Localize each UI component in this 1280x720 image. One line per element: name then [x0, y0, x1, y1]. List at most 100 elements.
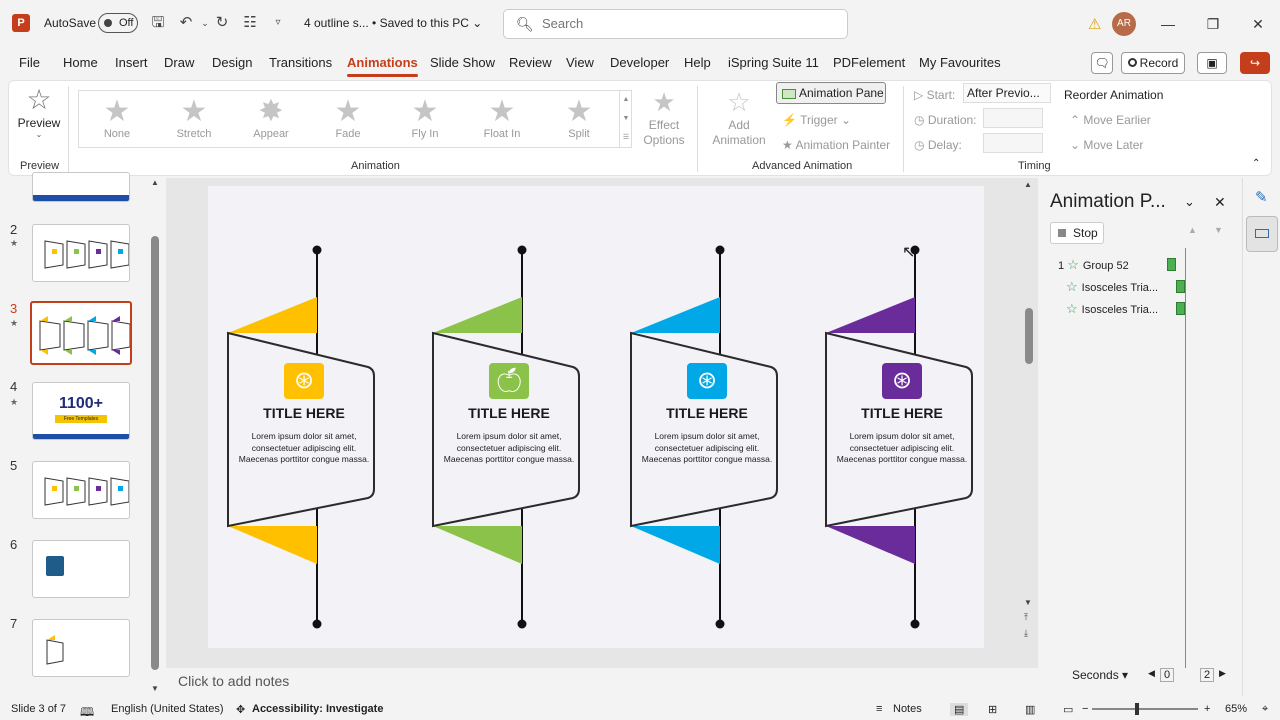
editor-scrollbar[interactable] — [1025, 308, 1033, 364]
slide-thumb-1[interactable] — [32, 172, 130, 202]
animation-item-3[interactable]: ☆ Isosceles Tria... — [1066, 301, 1158, 317]
anim-split[interactable]: ★ Split — [549, 96, 609, 141]
anim-fly-in[interactable]: ★ Fly In — [395, 96, 455, 141]
comments-button[interactable]: 🗨︎ — [1091, 52, 1113, 74]
move-down-icon[interactable]: ▼ — [1214, 225, 1223, 235]
anim-none[interactable]: ★ None — [87, 96, 147, 141]
save-icon[interactable]: 🖫 — [148, 13, 168, 33]
slide-thumb-7[interactable] — [32, 619, 130, 677]
tab-developer[interactable]: Developer — [610, 55, 669, 70]
tab-animations[interactable]: Animations — [347, 55, 418, 77]
avatar[interactable]: AR — [1112, 12, 1136, 36]
slide-thumb-3[interactable] — [30, 301, 132, 365]
move-earlier-button[interactable]: ⌃ Move Earlier — [1070, 113, 1151, 127]
customize-toolbar-icon[interactable]: ▿ — [268, 13, 288, 33]
slide-thumb-5[interactable] — [32, 461, 130, 519]
editor-scroll-down[interactable]: ▼ — [1024, 598, 1032, 607]
tab-transitions[interactable]: Transitions — [269, 55, 332, 70]
stop-button[interactable]: Stop — [1050, 222, 1104, 244]
tab-file[interactable]: File — [19, 55, 40, 70]
slide-info[interactable]: Slide 3 of 7 — [11, 703, 66, 715]
animation-item-1[interactable]: 1 ☆ Group 52 — [1058, 257, 1129, 273]
animation-item-2[interactable]: ☆ Isosceles Tria... — [1066, 279, 1158, 295]
notes-pane[interactable]: Click to add notes — [166, 668, 1038, 696]
search-input[interactable] — [542, 16, 822, 31]
slide-thumb-6[interactable] — [32, 540, 130, 598]
slide-sorter-icon[interactable]: ⊞ — [988, 703, 997, 716]
zoom-slider-thumb[interactable] — [1135, 703, 1139, 715]
move-up-icon[interactable]: ▲ — [1188, 225, 1197, 235]
preview-button[interactable]: ☆ Preview ⌄ — [16, 84, 62, 148]
anim-appear[interactable]: ✸ Appear — [241, 96, 301, 141]
delay-spinner[interactable] — [983, 133, 1043, 153]
zoom-in-icon[interactable]: + — [1204, 703, 1210, 715]
collapse-ribbon-icon[interactable]: ⌃ — [1252, 158, 1260, 169]
timeline-left-icon[interactable]: ◀ — [1148, 668, 1155, 679]
share-button[interactable]: ↪ — [1240, 52, 1270, 74]
tab-view[interactable]: View — [566, 55, 594, 70]
close-pane-icon[interactable]: ✕ — [1214, 194, 1226, 211]
tab-ispring[interactable]: iSpring Suite 11 — [728, 55, 819, 70]
add-animation-button[interactable]: ☆ Add Animation — [706, 86, 772, 148]
reading-view-icon[interactable]: ▥ — [1025, 703, 1035, 716]
tab-draw[interactable]: Draw — [164, 55, 194, 70]
effect-options-button[interactable]: ★ Effect Options — [638, 86, 690, 148]
duration-spinner[interactable] — [983, 108, 1043, 128]
spelling-icon[interactable]: 🕮︎ — [80, 703, 94, 720]
present-teams-button[interactable]: ▣ — [1197, 52, 1227, 74]
timing-bar[interactable] — [1167, 258, 1176, 271]
restore-button[interactable]: ❐ — [1201, 12, 1225, 36]
autosave-toggle[interactable]: Off — [98, 13, 138, 33]
document-title[interactable]: 4 outline s... • Saved to this PC ⌄ — [304, 16, 482, 30]
pane-options-icon[interactable]: ⌄ — [1184, 194, 1195, 210]
next-slide-button[interactable]: ⤓ — [1024, 628, 1028, 639]
thumbs-scroll-down[interactable]: ▼ — [151, 684, 159, 693]
trigger-button[interactable]: ⚡ Trigger ⌄ — [782, 113, 851, 127]
animation-pane-toggle-icon[interactable] — [1246, 216, 1278, 252]
normal-view-icon[interactable]: ▤ — [950, 703, 969, 716]
anim-fade[interactable]: ★ Fade — [318, 96, 378, 141]
zoom-out-icon[interactable]: − — [1082, 703, 1088, 715]
editor-scroll-up[interactable]: ▲ — [1024, 180, 1032, 189]
notes-button[interactable]: Notes — [893, 703, 922, 715]
warning-icon[interactable]: ⚠ — [1088, 15, 1101, 33]
timing-bar[interactable] — [1176, 302, 1185, 315]
slide-thumb-2[interactable] — [32, 224, 130, 282]
tab-review[interactable]: Review — [509, 55, 552, 70]
tab-home[interactable]: Home — [63, 55, 98, 70]
thumbs-scrollbar[interactable] — [151, 236, 159, 670]
designer-icon[interactable]: ✎ — [1255, 188, 1268, 206]
animation-painter-button[interactable]: ★ Animation Painter — [782, 138, 890, 152]
redo-icon[interactable]: ↻ — [212, 13, 232, 33]
thumbs-scroll-up[interactable]: ▲ — [151, 178, 159, 187]
record-button[interactable]: Record — [1121, 52, 1185, 74]
anim-float-in[interactable]: ★ Float In — [472, 96, 532, 141]
slideshow-icon[interactable]: ▭ — [1063, 703, 1073, 716]
previous-slide-button[interactable]: ⤒ — [1024, 612, 1028, 623]
minimize-button[interactable]: — — [1156, 12, 1180, 36]
timeline-right-icon[interactable]: ▶ — [1219, 668, 1226, 679]
tab-design[interactable]: Design — [212, 55, 252, 70]
zoom-level[interactable]: 65% — [1225, 703, 1247, 715]
fit-slide-icon[interactable]: ⌖ — [1262, 703, 1268, 716]
slide-thumb-4[interactable]: 1100+ Free Templates — [32, 382, 130, 440]
tab-my-favourites[interactable]: My Favourites — [919, 55, 1001, 70]
timing-bar[interactable] — [1176, 280, 1185, 293]
gallery-scroll[interactable]: ▲ ▼ ☰ — [619, 90, 632, 148]
tab-pdfelement[interactable]: PDFelement — [833, 55, 905, 70]
animation-pane-button[interactable]: Animation Pane — [776, 82, 886, 104]
present-icon[interactable]: ☷ — [240, 13, 260, 33]
move-later-button[interactable]: ⌄ Move Later — [1070, 138, 1143, 152]
anim-stretch[interactable]: ★ Stretch — [164, 96, 224, 141]
language[interactable]: English (United States) — [111, 703, 224, 715]
accessibility-status[interactable]: Accessibility: Investigate — [252, 703, 383, 715]
undo-icon[interactable]: ↶ — [176, 13, 196, 33]
tab-help[interactable]: Help — [684, 55, 711, 70]
start-dropdown[interactable]: After Previo... — [963, 83, 1051, 103]
tab-slide-show[interactable]: Slide Show — [430, 55, 495, 70]
tab-insert[interactable]: Insert — [115, 55, 148, 70]
close-window-button[interactable]: ✕ — [1246, 12, 1270, 36]
zoom-slider[interactable] — [1092, 708, 1198, 710]
search-box[interactable]: 🔍︎ — [503, 9, 848, 39]
seconds-dropdown[interactable]: Seconds ▾ — [1072, 668, 1128, 682]
